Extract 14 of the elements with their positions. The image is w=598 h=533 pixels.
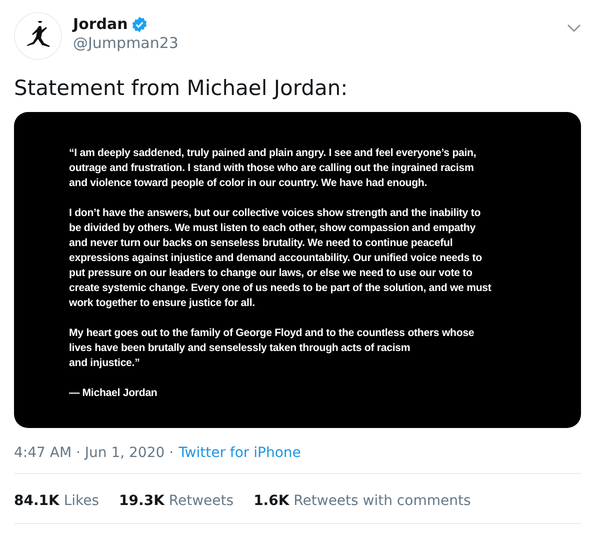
statement-image[interactable]	[14, 112, 581, 428]
statement-paragraph: “I am deeply saddened, truly pained and plain angry. I see and feel everyone’s pain, outrage and frustration. I stand with those who are calling out the ingrained racism and violence toward people of color in our country. We have had enough.	[69, 146, 478, 191]
statement-paragraph: My heart goes out to the family of George Floyd and to the countless others whose lives have been brutally and senselessly taken through acts of racism and injustice.”	[69, 326, 476, 371]
engagement-stat-link[interactable]: 19.3K Retweets	[119, 493, 234, 509]
timestamp[interactable]: 4:47 AM · Jun 1, 2020 ·	[14, 445, 174, 461]
statement-signature: — Michael Jordan	[69, 386, 158, 401]
statement-paragraph: I don’t have the answers, but our collective voices show strength and the inability to be divided by others. We must listen to each other, show compassion and empathy and never turn our backs on senseless brutality. We need to continue peaceful expressions against injustice and demand accountability. Our unified voice needs to put pressure on our leaders to change our laws, or else we need to use our vote to create systemic change. Every one of us needs to be part of the solution, and we must work together to ensure justice for all.	[69, 206, 492, 311]
engagement-stat-link[interactable]: 1.6K Retweets with comments	[254, 493, 471, 509]
avatar[interactable]	[14, 12, 62, 60]
tweet-text: Statement from Michael Jordan:	[14, 76, 349, 100]
engagement-stat-link[interactable]: 84.1K Likes	[14, 493, 100, 509]
account-name[interactable]: Jordan	[73, 15, 128, 33]
account-handle[interactable]: @Jumpman23	[73, 34, 178, 52]
chevron-down-icon[interactable]	[567, 24, 581, 33]
